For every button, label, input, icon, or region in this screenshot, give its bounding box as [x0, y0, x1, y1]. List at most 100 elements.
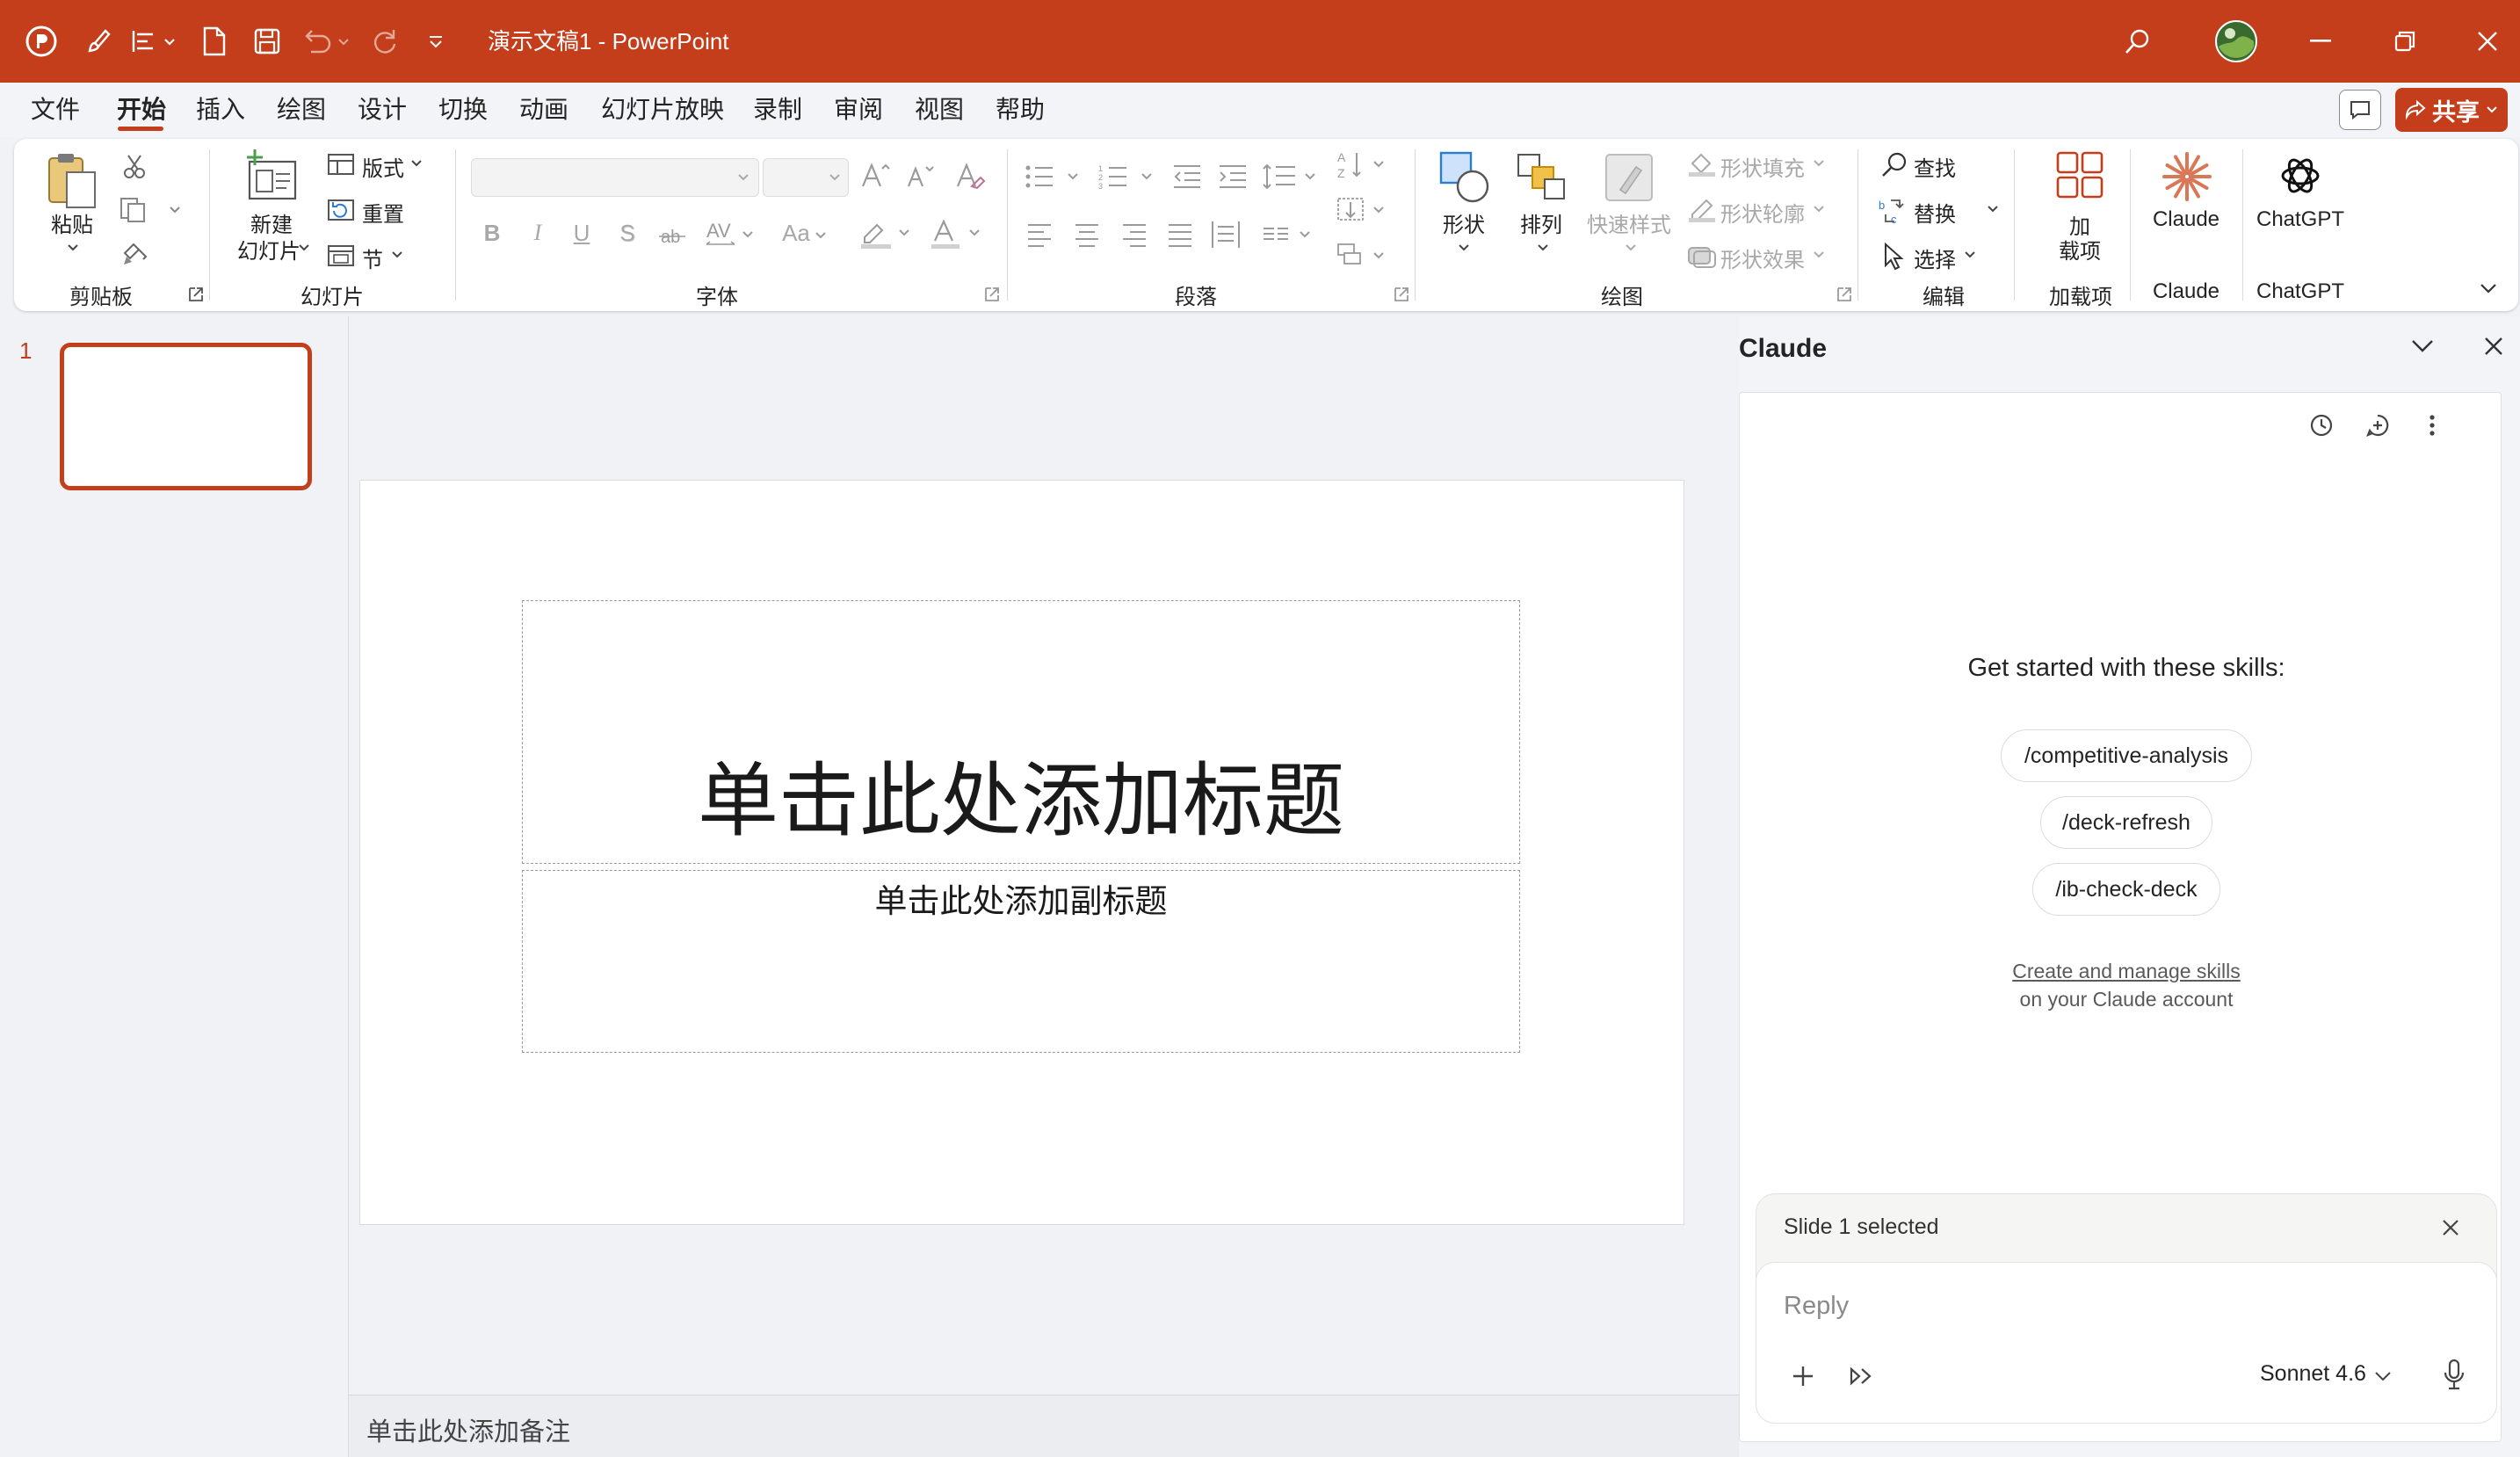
title-placeholder[interactable]: 单击此处添加标题	[522, 600, 1520, 864]
new-chat-icon[interactable]	[2365, 413, 2390, 438]
chevron-down-icon[interactable]	[1963, 250, 1977, 260]
chevron-down-icon[interactable]	[1812, 158, 1826, 169]
line-spacing-icon[interactable]	[1262, 162, 1323, 192]
chevron-down-icon[interactable]	[297, 243, 311, 253]
dialog-launcher-icon[interactable]	[984, 286, 1000, 302]
format-painter-icon[interactable]	[121, 241, 149, 267]
model-selector[interactable]: Sonnet 4.6	[2260, 1361, 2366, 1387]
font-name-dropdown[interactable]	[471, 158, 759, 197]
tab-slideshow[interactable]: 幻灯片放映	[599, 83, 726, 137]
section-icon[interactable]	[327, 244, 355, 267]
text-shadow-button[interactable]: S	[617, 220, 638, 247]
numbering-icon[interactable]: 123	[1098, 163, 1156, 190]
skill-chip-ib-check-deck[interactable]: /ib-check-deck	[2032, 863, 2220, 916]
italic-button[interactable]: I	[527, 220, 548, 246]
claude-logo-icon[interactable]	[2162, 151, 2212, 202]
select-cursor-icon[interactable]	[1880, 243, 1907, 271]
more-options-icon[interactable]	[2427, 413, 2437, 438]
shape-outline-label[interactable]: 形状轮廓	[1720, 197, 1808, 228]
tab-design[interactable]: 设计	[353, 83, 411, 137]
grow-font-icon[interactable]	[859, 160, 891, 190]
chatgpt-label[interactable]: ChatGPT	[2249, 207, 2351, 232]
tab-record[interactable]: 录制	[749, 83, 807, 137]
tab-transitions[interactable]: 切换	[434, 83, 492, 137]
strikethrough-icon[interactable]: ab	[659, 225, 689, 246]
save-icon[interactable]	[248, 0, 286, 83]
addins-label-2[interactable]: 载项	[2053, 234, 2107, 265]
search-icon[interactable]	[2116, 0, 2160, 83]
chevron-down-icon[interactable]	[409, 158, 424, 169]
notes-area[interactable]: 单击此处添加备注	[349, 1395, 1739, 1457]
close-window-icon[interactable]	[2466, 0, 2509, 83]
reset-icon[interactable]	[327, 199, 355, 221]
layout-icon[interactable]	[327, 153, 355, 176]
tab-animations[interactable]: 动画	[515, 83, 573, 137]
bullets-icon[interactable]	[1025, 163, 1083, 190]
reply-input[interactable]: Reply	[1784, 1292, 1849, 1321]
layout-label[interactable]: 版式	[362, 151, 408, 182]
align-center-icon[interactable]	[1074, 221, 1100, 248]
columns-icon[interactable]	[1262, 225, 1316, 246]
ribbon-collapse-icon[interactable]	[2478, 281, 2499, 295]
tab-review[interactable]: 审阅	[829, 83, 887, 137]
clear-selection-icon[interactable]	[2441, 1218, 2460, 1237]
text-direction-icon[interactable]: AZ	[1336, 149, 1390, 181]
tab-draw[interactable]: 绘图	[272, 83, 330, 137]
claude-label[interactable]: Claude	[2142, 207, 2230, 232]
skill-chip-competitive-analysis[interactable]: /competitive-analysis	[2001, 729, 2252, 782]
dialog-launcher-icon[interactable]	[188, 286, 204, 302]
chevron-down-icon[interactable]	[1536, 243, 1550, 253]
avatar[interactable]	[2212, 0, 2260, 83]
align-text-icon[interactable]	[1336, 195, 1390, 225]
shape-fill-icon[interactable]	[1687, 151, 1717, 178]
slide-thumbnail[interactable]	[60, 343, 312, 490]
arrange-icon[interactable]	[1515, 151, 1568, 204]
shrink-font-icon[interactable]	[905, 162, 935, 190]
tab-insert[interactable]: 插入	[192, 83, 250, 137]
find-icon[interactable]	[1880, 151, 1908, 179]
smartart-icon[interactable]	[1336, 241, 1390, 271]
redo-icon[interactable]	[366, 0, 404, 83]
paste-label[interactable]: 粘贴	[40, 207, 104, 238]
shape-fill-label[interactable]: 形状填充	[1720, 151, 1808, 182]
chevron-down-icon[interactable]	[1986, 204, 2000, 214]
history-icon[interactable]	[2309, 413, 2334, 438]
undo-icon[interactable]	[299, 0, 355, 83]
chevron-down-icon[interactable]	[390, 250, 404, 260]
bold-button[interactable]: B	[482, 220, 503, 247]
pane-close-icon[interactable]	[2483, 336, 2504, 357]
justify-icon[interactable]	[1167, 221, 1193, 248]
chevron-down-icon[interactable]	[65, 243, 81, 253]
skill-chip-deck-refresh[interactable]: /deck-refresh	[2040, 796, 2212, 849]
manage-skills-link[interactable]: Create and manage skills	[1756, 960, 2497, 983]
subtitle-placeholder[interactable]: 单击此处添加副标题	[522, 870, 1520, 1053]
shape-effects-icon[interactable]	[1687, 243, 1717, 269]
tab-file[interactable]: 文件	[26, 83, 84, 137]
increase-indent-icon[interactable]	[1218, 163, 1248, 190]
font-color-icon[interactable]	[930, 218, 988, 251]
pane-options-chevron-icon[interactable]	[2409, 336, 2436, 355]
reset-label[interactable]: 重置	[362, 197, 411, 228]
brush-icon[interactable]	[81, 0, 119, 83]
microphone-icon[interactable]	[2443, 1359, 2466, 1390]
clear-formatting-icon[interactable]	[954, 160, 986, 192]
shape-effects-label[interactable]: 形状效果	[1720, 243, 1808, 273]
quick-styles-label[interactable]: 快速样式	[1585, 207, 1673, 238]
comments-button[interactable]	[2339, 90, 2381, 130]
replace-label[interactable]: 替换	[1914, 197, 1966, 228]
new-file-icon[interactable]	[195, 0, 234, 83]
find-label[interactable]: 查找	[1914, 151, 1966, 182]
cut-icon[interactable]	[121, 153, 148, 179]
chatgpt-logo-icon[interactable]	[2277, 153, 2323, 199]
tab-help[interactable]: 帮助	[991, 83, 1049, 137]
decrease-indent-icon[interactable]	[1172, 163, 1202, 190]
shape-outline-icon[interactable]	[1687, 197, 1717, 223]
paste-icon[interactable]	[46, 151, 100, 209]
minimize-icon[interactable]	[2299, 0, 2343, 83]
underline-button[interactable]: U	[571, 220, 592, 247]
addins-icon[interactable]	[2056, 151, 2104, 199]
arrange-label[interactable]: 排列	[1513, 207, 1569, 238]
new-slide-icon[interactable]	[243, 149, 299, 202]
change-case-button[interactable]: Aa	[778, 220, 814, 247]
skills-shortcut-icon[interactable]	[1849, 1366, 1879, 1387]
